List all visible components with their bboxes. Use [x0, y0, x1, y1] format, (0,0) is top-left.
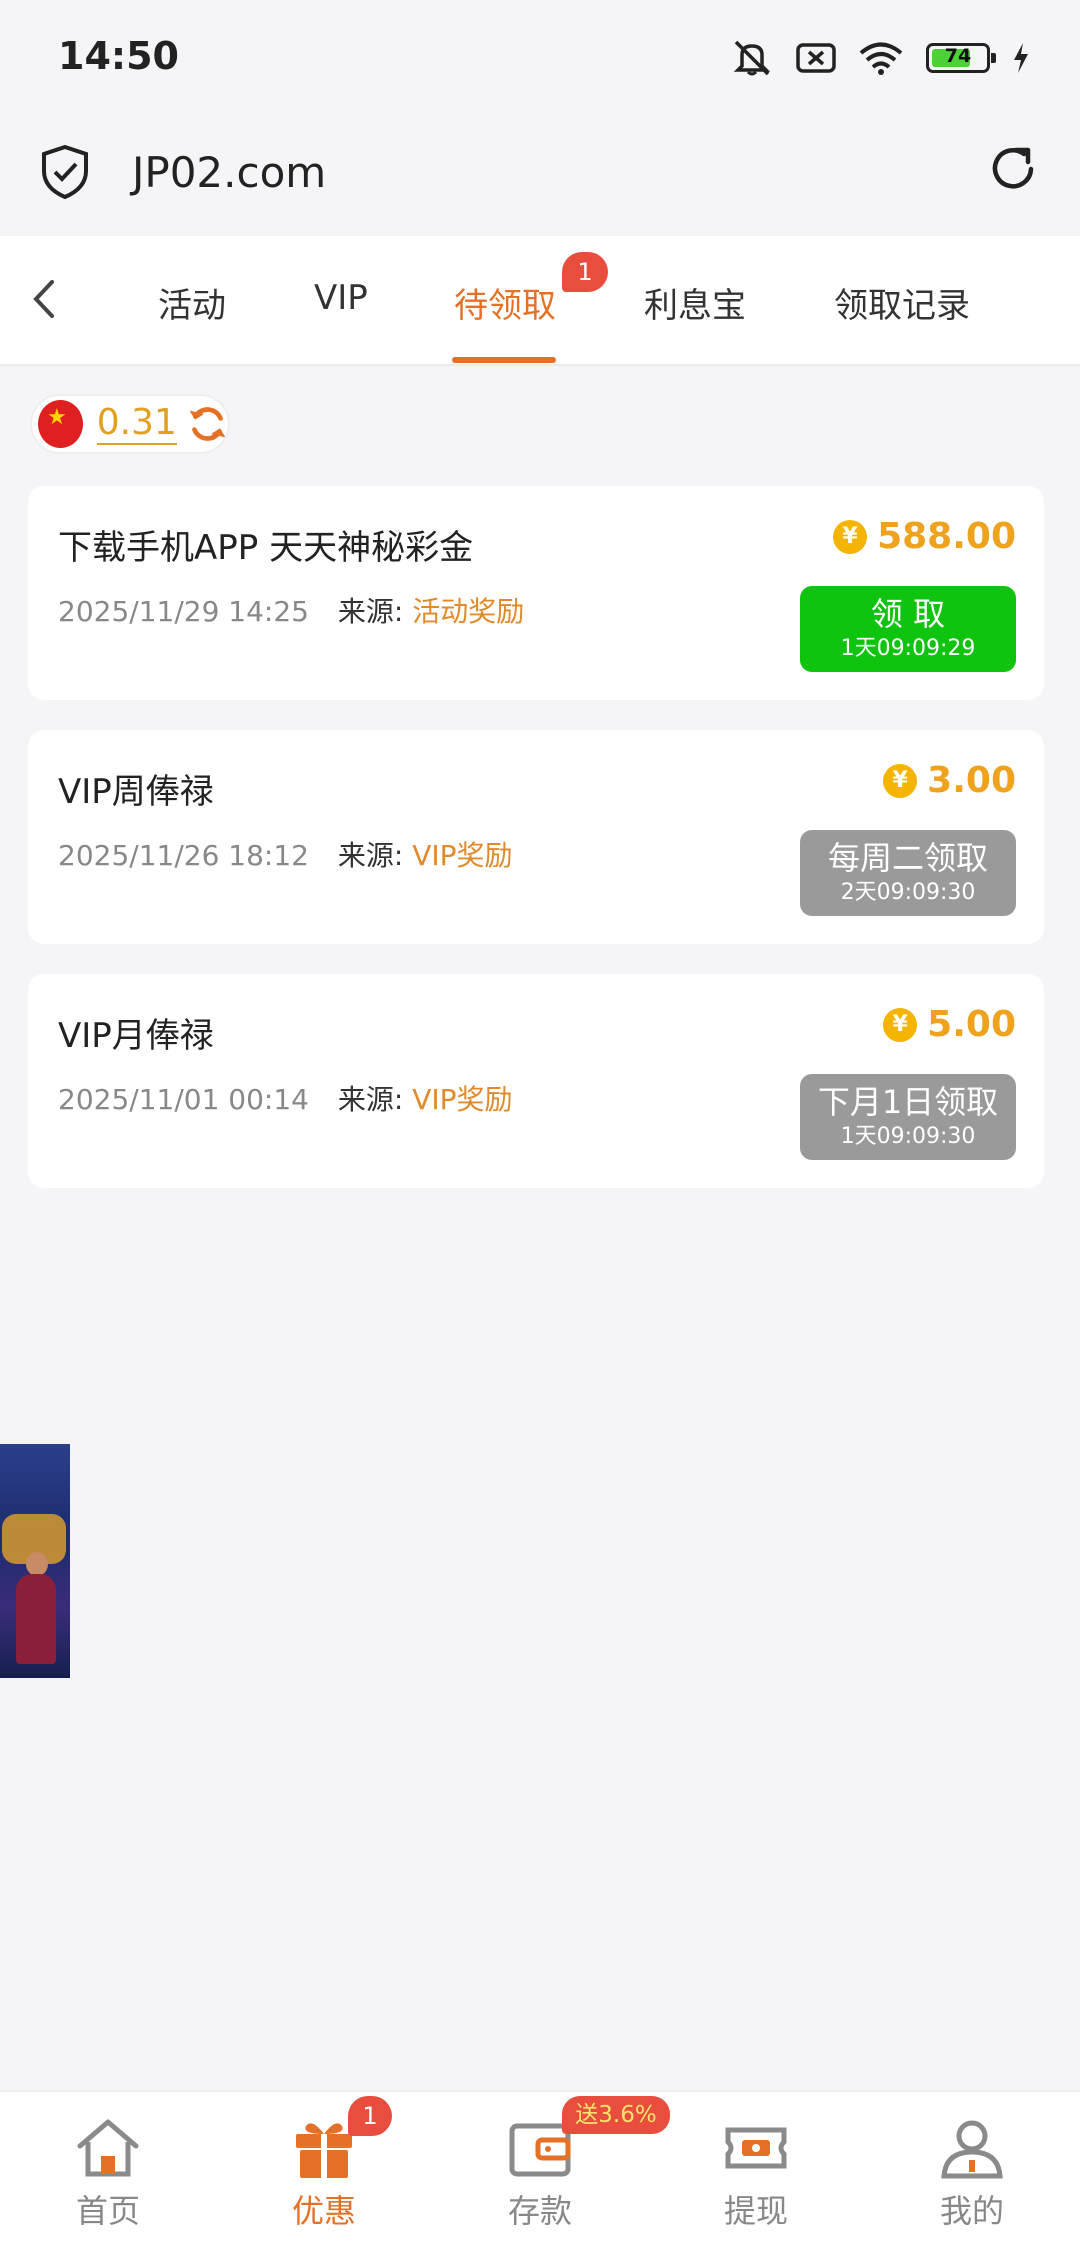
tab-interest[interactable]: 利息宝	[644, 278, 746, 327]
status-bar: 14:50 74	[0, 0, 1080, 120]
reward-amount-value: 588.00	[877, 516, 1016, 557]
tab-vip[interactable]: VIP	[314, 278, 368, 318]
status-time: 14:50	[58, 34, 179, 78]
reward-source-label: 来源:	[337, 595, 404, 628]
reward-card: 下载手机APP 天天神秘彩金 2025/11/29 14:25 来源: 活动奖励…	[28, 486, 1044, 700]
url-text[interactable]: JP02.com	[132, 148, 326, 197]
china-flag-icon: ★	[38, 400, 83, 448]
wifi-icon	[859, 42, 903, 75]
charging-icon	[1014, 43, 1028, 73]
reward-amount-value: 5.00	[927, 1004, 1016, 1045]
reward-date: 2025/11/01 00:14	[58, 1083, 309, 1116]
nav-profile-label: 我的	[939, 2192, 1004, 2230]
reward-card: VIP周俸禄 2025/11/26 18:12 来源: VIP奖励 ¥ 3.00…	[28, 730, 1044, 944]
reward-source: VIP奖励	[412, 839, 513, 872]
reward-meta: 2025/11/01 00:14 来源: VIP奖励	[58, 1078, 513, 1118]
weekly-claim-button[interactable]: 每周二领取 2天09:09:30	[800, 830, 1016, 916]
yuan-coin-icon: ¥	[833, 519, 868, 554]
claim-countdown: 1天09:09:29	[840, 636, 976, 661]
reward-meta: 2025/11/26 18:12 来源: VIP奖励	[58, 834, 513, 874]
tab-bar: 活动 VIP 待领取 利息宝 领取记录	[0, 236, 1080, 366]
nav-deposit-label: 存款	[507, 2192, 572, 2230]
nav-promotions-badge: 1	[348, 2096, 392, 2136]
claim-button-label: 领 取	[870, 595, 946, 633]
banner-player-head	[26, 1552, 48, 1576]
reward-source-label: 来源:	[337, 1083, 404, 1116]
claim-countdown: 2天09:09:30	[840, 880, 976, 905]
yuan-coin-icon: ¥	[883, 1007, 918, 1042]
banner-player-graphic	[16, 1574, 56, 1664]
mute-icon	[733, 40, 771, 76]
battery-icon: 74	[926, 43, 996, 73]
reward-title: 下载手机APP 天天神秘彩金	[58, 528, 474, 568]
reward-card: VIP月俸禄 2025/11/01 00:14 来源: VIP奖励 ¥ 5.00…	[28, 974, 1044, 1188]
user-icon	[941, 2120, 1003, 2179]
reward-source: 活动奖励	[412, 595, 525, 628]
browser-url-bar: JP02.com	[0, 120, 1080, 236]
tab-claim-history[interactable]: 领取记录	[834, 278, 970, 327]
reload-icon[interactable]	[986, 142, 1040, 196]
reward-title: VIP月俸禄	[58, 1016, 214, 1056]
deposit-promo-badge: 送3.6%	[562, 2096, 670, 2134]
shield-icon[interactable]	[40, 144, 90, 200]
tab-notification-badge: 1	[562, 252, 608, 292]
reward-source: VIP奖励	[412, 1083, 513, 1116]
sim-x-icon	[796, 43, 836, 73]
reward-amount: ¥ 3.00	[883, 760, 1016, 801]
reward-amount-value: 3.00	[927, 760, 1016, 801]
nav-home-label: 首页	[75, 2192, 140, 2230]
reward-amount: ¥ 5.00	[883, 1004, 1016, 1045]
nav-promotions-label: 优惠	[291, 2192, 356, 2230]
tab-pending-claim[interactable]: 待领取	[454, 278, 556, 327]
status-icons: 74	[730, 36, 1030, 80]
claim-button[interactable]: 领 取 1天09:09:29	[800, 586, 1016, 672]
claim-countdown: 1天09:09:30	[840, 1124, 976, 1149]
refresh-balance-icon[interactable]	[187, 402, 228, 446]
claim-button-label: 下月1日领取	[817, 1083, 999, 1121]
balance-value: 0.31	[96, 402, 177, 445]
back-icon[interactable]	[28, 276, 62, 322]
reward-meta: 2025/11/29 14:25 来源: 活动奖励	[58, 590, 524, 630]
balance-pill: ★ 0.31	[30, 394, 230, 454]
yuan-coin-icon: ¥	[883, 763, 918, 798]
active-tab-indicator	[452, 357, 556, 363]
home-icon	[77, 2119, 139, 2177]
tab-activities[interactable]: 活动	[158, 278, 226, 327]
nav-home[interactable]: 首页	[48, 2116, 168, 2232]
reward-date: 2025/11/26 18:12	[58, 839, 309, 872]
nav-withdraw-label: 提现	[723, 2192, 788, 2230]
floating-promo-banner[interactable]	[0, 1444, 70, 1678]
nav-withdraw[interactable]: 提现	[696, 2116, 816, 2232]
battery-level: 74	[944, 45, 972, 67]
claim-button-label: 每周二领取	[827, 839, 988, 877]
nav-profile[interactable]: 我的	[912, 2116, 1032, 2232]
reward-source-label: 来源:	[337, 839, 404, 872]
reward-amount: ¥ 588.00	[833, 516, 1016, 557]
reward-title: VIP周俸禄	[58, 772, 214, 812]
withdraw-icon	[725, 2127, 787, 2169]
bottom-navigation: 首页 优惠 存款 提现 我的	[0, 2090, 1080, 2257]
reward-date: 2025/11/29 14:25	[58, 595, 309, 628]
monthly-claim-button[interactable]: 下月1日领取 1天09:09:30	[800, 1074, 1016, 1160]
